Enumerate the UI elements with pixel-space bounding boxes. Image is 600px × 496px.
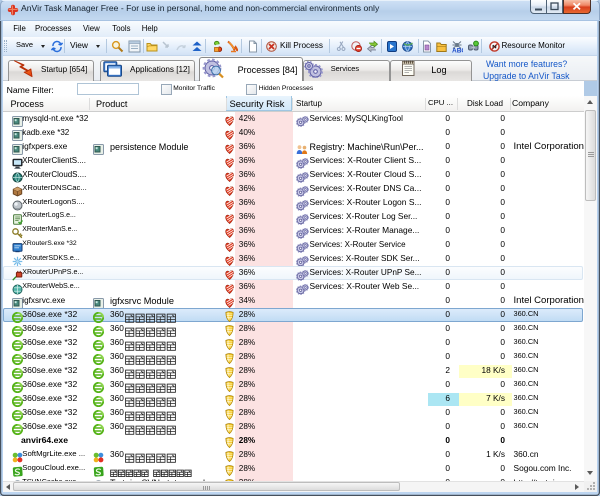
svg-text:ABC: ABC [452,48,463,54]
